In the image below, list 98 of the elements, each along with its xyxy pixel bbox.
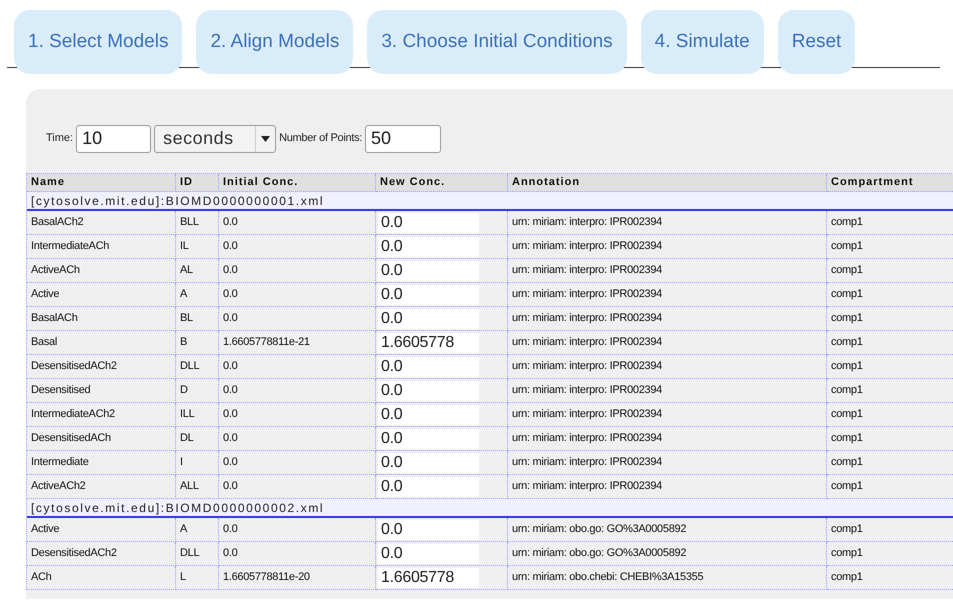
table-cell: urn: miriam: interpro: IPR002394: [508, 235, 827, 259]
table-cell: comp1: [827, 566, 953, 590]
table-cell: comp1: [827, 283, 953, 307]
table-cell: I: [176, 451, 219, 475]
table-cell: comp1: [827, 403, 953, 427]
table-cell: 0.0: [219, 451, 376, 475]
table-cell: DesensitisedACh2: [27, 542, 176, 566]
table-cell: comp1: [827, 331, 953, 355]
group-header: [cytosolve.mit.edu]:BIOMD0000000001.xml: [27, 192, 953, 211]
table-cell: 0.0: [219, 283, 376, 307]
concentration-field[interactable]: 0.0: [378, 544, 479, 564]
time-field[interactable]: 10: [76, 124, 152, 152]
table-cell: 0.0: [219, 403, 376, 427]
table-cell: 0.0: [219, 235, 376, 259]
table-cell: urn: miriam: interpro: IPR002394: [508, 355, 827, 379]
table-cell: ActiveACh: [27, 259, 176, 283]
table-cell: urn: miriam: interpro: IPR002394: [508, 307, 827, 331]
dropdown-caret-icon: [261, 136, 270, 142]
table-cell: 0.0: [219, 307, 376, 331]
unit-dropdown[interactable]: seconds: [154, 124, 276, 152]
table-cell: comp1: [827, 451, 953, 475]
concentration-field[interactable]: 0.0: [378, 284, 479, 304]
concentration-field[interactable]: 0.0: [378, 520, 479, 540]
table-cell: comp1: [827, 518, 953, 542]
table-cell: L: [176, 566, 219, 590]
table-cell: urn: miriam: obo.go: GO%3A0005892: [508, 518, 827, 542]
table-cell: urn: miriam: interpro: IPR002394: [508, 211, 827, 235]
table-cell: urn: miriam: interpro: IPR002394: [508, 427, 827, 451]
concentration-field[interactable]: 1.6605778: [378, 568, 479, 588]
table-cell: BLL: [176, 211, 219, 235]
nav-button[interactable]: 3. Choose Initial Conditions: [367, 10, 627, 74]
concentration-field[interactable]: 0.0: [378, 212, 479, 232]
table-cell: IntermediateACh2: [27, 403, 176, 427]
table-cell: IL: [176, 235, 219, 259]
table-cell: comp1: [827, 379, 953, 403]
table-cell: DLL: [176, 542, 219, 566]
table-cell: A: [176, 283, 219, 307]
points-label: Number of Points:: [279, 131, 362, 146]
table-cell: urn: miriam: interpro: IPR002394: [508, 331, 827, 355]
table-cell: comp1: [827, 259, 953, 283]
table-cell: urn: miriam: interpro: IPR002394: [508, 259, 827, 283]
table-cell: DL: [176, 427, 219, 451]
nav-button[interactable]: 2. Align Models: [196, 10, 354, 74]
table-cell: A: [176, 518, 219, 542]
concentration-field[interactable]: 0.0: [378, 404, 479, 424]
table-cell: BL: [176, 307, 219, 331]
table-cell: comp1: [827, 542, 953, 566]
table-cell: AL: [176, 259, 219, 283]
table-cell: ACh: [27, 566, 176, 590]
time-label: Time:: [46, 131, 74, 146]
table-cell: BasalACh2: [27, 211, 176, 235]
table-cell: 0.0: [219, 518, 376, 542]
table-cell: 1.6605778811e-20: [219, 566, 376, 590]
concentration-field[interactable]: 0.0: [378, 356, 479, 376]
concentration-field[interactable]: 0.0: [378, 452, 479, 472]
table-cell: urn: miriam: obo.go: GO%3A0005892: [508, 542, 827, 566]
concentration-field[interactable]: 0.0: [378, 236, 479, 256]
table-cell: comp1: [827, 355, 953, 379]
table-cell: IntermediateACh: [27, 235, 176, 259]
table-cell: Active: [27, 283, 176, 307]
concentration-field[interactable]: 0.0: [378, 308, 479, 328]
table-cell: comp1: [827, 211, 953, 235]
table-cell: 0.0: [219, 542, 376, 566]
table-cell: urn: miriam: interpro: IPR002394: [508, 379, 827, 403]
table-cell: urn: miriam: interpro: IPR002394: [508, 451, 827, 475]
concentration-field[interactable]: 0.0: [378, 476, 479, 496]
concentration-field[interactable]: 1.6605778: [378, 332, 479, 352]
table-cell: D: [176, 379, 219, 403]
table-cell: comp1: [827, 235, 953, 259]
table-cell: urn: miriam: obo.chebi: CHEBI%3A15355: [508, 566, 827, 590]
table-cell: urn: miriam: interpro: IPR002394: [508, 283, 827, 307]
nav-button[interactable]: 4. Simulate: [640, 10, 764, 74]
table-cell: comp1: [827, 427, 953, 451]
table-cell: Active: [27, 518, 176, 542]
table-cell: 0.0: [219, 211, 376, 235]
group-header: [cytosolve.mit.edu]:BIOMD0000000002.xml: [27, 499, 953, 518]
concentration-field[interactable]: 0.0: [378, 428, 479, 448]
table-cell: DesensitisedACh2: [27, 355, 176, 379]
nav-button[interactable]: Reset: [778, 10, 856, 74]
nav-button[interactable]: 1. Select Models: [14, 10, 182, 74]
table-cell: 0.0: [219, 259, 376, 283]
concentration-field[interactable]: 0.0: [378, 260, 479, 280]
table-cell: 0.0: [219, 427, 376, 451]
concentration-field[interactable]: 0.0: [378, 380, 479, 400]
table-cell: urn: miriam: interpro: IPR002394: [508, 403, 827, 427]
table-cell: DLL: [176, 355, 219, 379]
table-cell: DesensitisedACh: [27, 427, 176, 451]
table-cell: ILL: [176, 403, 219, 427]
table-cell: 0.0: [219, 379, 376, 403]
table-cell: Intermediate: [27, 451, 176, 475]
table-cell: BasalACh: [27, 307, 176, 331]
table-cell: Basal: [27, 331, 176, 355]
table-cell: B: [176, 331, 219, 355]
table-cell: 1.6605778811e-21: [219, 331, 376, 355]
points-field[interactable]: 50: [365, 124, 442, 152]
table-cell: 0.0: [219, 355, 376, 379]
table-cell: comp1: [827, 307, 953, 331]
table-cell: Desensitised: [27, 379, 176, 403]
